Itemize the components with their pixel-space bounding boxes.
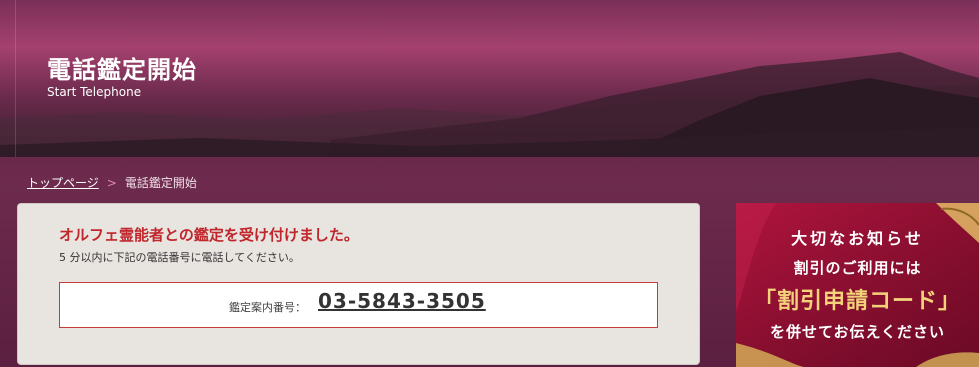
- hero-banner: 電話鑑定開始 Start Telephone: [0, 0, 979, 157]
- discount-code-label: 「割引申請コード」: [753, 288, 961, 314]
- confirmation-panel: オルフェ霊能者との鑑定を受け付けました。 5 分以内に下記の電話番号に電話してく…: [17, 203, 700, 365]
- breadcrumb-home-link[interactable]: トップページ: [27, 176, 99, 190]
- notice-text-1: 割引のご利用には: [793, 259, 922, 277]
- discount-notice-banner[interactable]: 大切なお知らせ 割引のご利用には 「割引申請コード」 を併せてお伝えください: [736, 203, 979, 367]
- breadcrumb: トップページ > 電話鑑定開始: [27, 174, 197, 191]
- instruction-text: 5 分以内に下記の電話番号に電話してください。: [59, 251, 300, 264]
- page-subtitle: Start Telephone: [47, 85, 142, 99]
- notice-heading: 大切なお知らせ: [791, 229, 924, 248]
- phone-number-label: 鑑定案内番号：: [229, 301, 306, 314]
- notice-text-2: を併せてお伝えください: [769, 323, 946, 341]
- breadcrumb-current: 電話鑑定開始: [124, 176, 197, 190]
- breadcrumb-separator-icon: >: [106, 176, 117, 190]
- phone-number-box: 鑑定案内番号： 03-5843-3505: [59, 282, 658, 328]
- page-title: 電話鑑定開始: [47, 55, 197, 84]
- confirmation-heading: オルフェ霊能者との鑑定を受け付けました。: [59, 226, 359, 244]
- phone-number-link[interactable]: 03-5843-3505: [318, 289, 486, 313]
